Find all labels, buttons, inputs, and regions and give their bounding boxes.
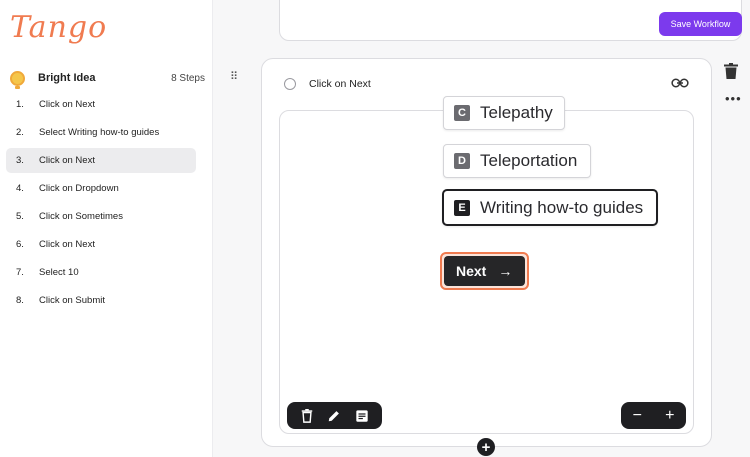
option-key: D (454, 153, 470, 169)
sidebar-step-6[interactable]: 6. Click on Next (6, 232, 196, 257)
pencil-icon[interactable] (327, 409, 341, 423)
step-number: 5. (16, 211, 24, 222)
step-list: 1. Click on Next 2. Select Writing how-t… (6, 92, 196, 316)
sidebar-step-8[interactable]: 8. Click on Submit (6, 288, 196, 313)
option-text: Telepathy (480, 103, 553, 122)
zoom-out-button[interactable]: − (633, 407, 642, 425)
step-label: Click on Next (39, 155, 95, 166)
option-text: Writing how-to guides (480, 197, 644, 217)
option-c: C Telepathy (443, 96, 565, 130)
add-step-button[interactable]: + (477, 438, 495, 456)
step-number: 8. (16, 295, 24, 306)
sidebar-step-1[interactable]: 1. Click on Next (6, 92, 196, 117)
save-workflow-button[interactable]: Save Workflow (659, 12, 742, 36)
option-text: Teleportation (480, 151, 578, 170)
sidebar-step-5[interactable]: 5. Click on Sometimes (6, 204, 196, 229)
sidebar-step-7[interactable]: 7. Select 10 (6, 260, 196, 285)
option-d: D Teleportation (443, 144, 591, 178)
step-label: Select Writing how-to guides (39, 127, 160, 138)
step-number: 1. (16, 99, 24, 110)
step-card-title[interactable]: Click on Next (309, 78, 371, 90)
image-edit-toolbar (287, 402, 382, 429)
step-label: Click on Sometimes (39, 211, 123, 222)
workflow-header: Bright Idea 8 Steps (10, 68, 205, 89)
step-label: Select 10 (39, 267, 79, 278)
lightbulb-icon (10, 70, 25, 89)
step-checkbox[interactable] (284, 78, 296, 90)
next-button-in-screenshot: Next → (444, 256, 525, 286)
sidebar-step-4[interactable]: 4. Click on Dropdown (6, 176, 196, 201)
option-key: E (454, 199, 470, 216)
step-number: 7. (16, 267, 24, 278)
trash-icon[interactable] (300, 408, 314, 423)
workflow-title: Bright Idea (38, 72, 96, 84)
arrow-right-icon: → (498, 263, 513, 279)
step-number: 4. (16, 183, 24, 194)
trash-icon[interactable] (724, 63, 738, 79)
note-icon[interactable] (355, 409, 369, 423)
sidebar: Tango Bright Idea 8 Steps 1. Click on Ne… (0, 0, 213, 457)
sidebar-step-2[interactable]: 2. Select Writing how-to guides (6, 120, 196, 145)
next-label: Next (456, 263, 487, 279)
option-e-selected: E Writing how-to guides (442, 189, 658, 226)
more-icon[interactable]: ••• (725, 92, 742, 105)
workflow-step-count: 8 Steps (171, 72, 205, 84)
app: Tango Bright Idea 8 Steps 1. Click on Ne… (0, 0, 750, 457)
step-number: 3. (16, 155, 24, 166)
zoom-in-button[interactable]: + (665, 407, 674, 425)
zoom-toolbar: − + (621, 402, 686, 429)
step-label: Click on Dropdown (39, 183, 119, 194)
option-key: C (454, 105, 470, 121)
drag-handle-icon[interactable]: ⠿ (230, 72, 242, 88)
step-label: Click on Next (39, 99, 95, 110)
tango-logo[interactable]: Tango (10, 10, 107, 45)
step-label: Click on Next (39, 239, 95, 250)
sidebar-step-3[interactable]: 3. Click on Next (6, 148, 196, 173)
step-number: 2. (16, 127, 24, 138)
step-label: Click on Submit (39, 295, 105, 306)
link-icon[interactable] (671, 76, 689, 90)
step-number: 6. (16, 239, 24, 250)
